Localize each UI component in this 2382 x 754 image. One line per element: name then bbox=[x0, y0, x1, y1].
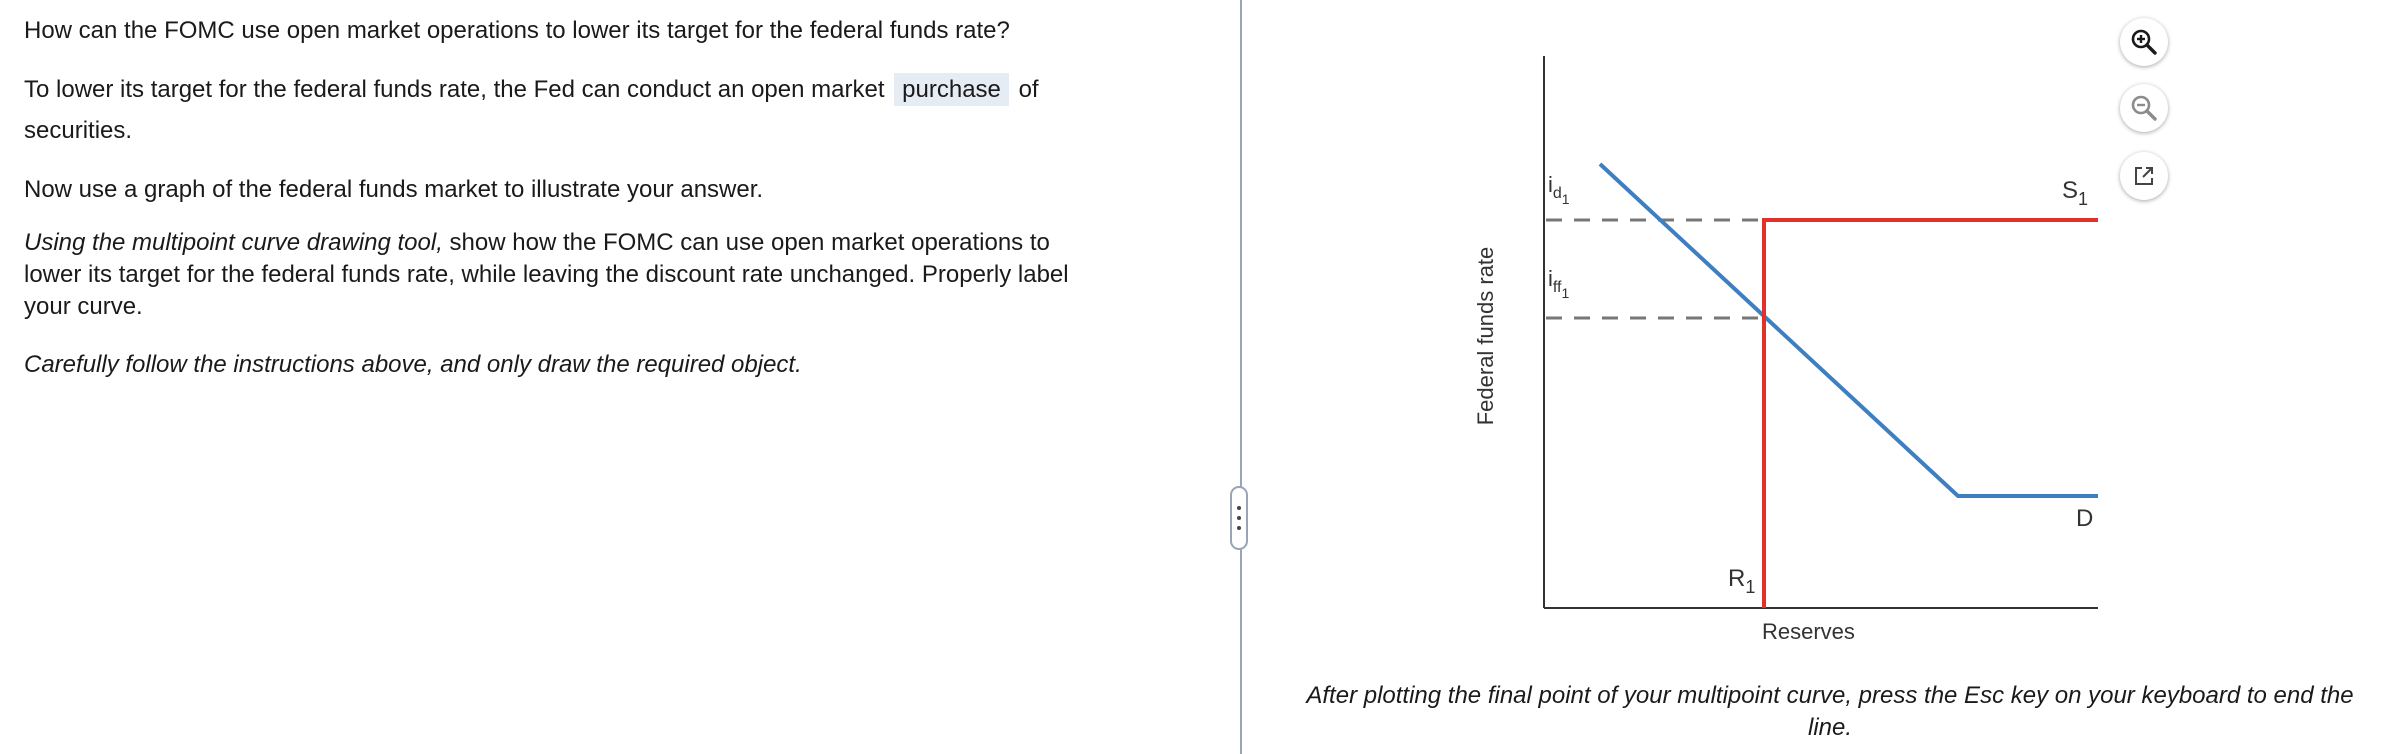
caution-text: Carefully follow the instructions above,… bbox=[24, 351, 802, 378]
iff1-label: iff1 bbox=[1548, 266, 1570, 301]
handle-dot bbox=[1237, 506, 1241, 510]
supply-curve-s1 bbox=[1762, 218, 2098, 608]
handle-dot bbox=[1237, 516, 1241, 520]
answer-dropdown[interactable]: purchase bbox=[894, 73, 1009, 106]
instruction-line-1: Using the multipoint curve drawing tool,… bbox=[24, 226, 1050, 259]
instruction-rest: show how the FOMC can use open market op… bbox=[449, 229, 1050, 256]
zoom-out-icon bbox=[2131, 95, 2157, 121]
x-axis-label: Reserves bbox=[1762, 619, 1855, 644]
r1-label: R1 bbox=[1728, 565, 1755, 597]
instruction-footer: After plotting the final point of your m… bbox=[1306, 682, 2354, 741]
s1-label: S1 bbox=[2062, 177, 2088, 209]
question-panel: How can the FOMC use open market operati… bbox=[0, 0, 1240, 754]
handle-dot bbox=[1237, 526, 1241, 530]
divider-drag-handle[interactable] bbox=[1230, 486, 1248, 550]
instruction-italic: Using the multipoint curve drawing tool, bbox=[24, 229, 443, 256]
popout-icon bbox=[2135, 167, 2153, 185]
d-label: D bbox=[2076, 505, 2093, 532]
zoom-out-button[interactable] bbox=[2120, 84, 2168, 132]
instruction-line-2: lower its target for the federal funds r… bbox=[24, 261, 1069, 288]
question-2: Now use a graph of the federal funds mar… bbox=[24, 176, 764, 203]
answer-1-line-1: To lower its target for the federal fund… bbox=[24, 73, 1039, 106]
popout-button[interactable] bbox=[2120, 152, 2168, 200]
fed-funds-graph[interactable]: id1 iff1 S1 D R1 bbox=[1480, 40, 2120, 660]
demand-curve bbox=[1598, 162, 2098, 498]
zoom-in-icon bbox=[2131, 29, 2157, 55]
question-1: How can the FOMC use open market operati… bbox=[24, 17, 1010, 44]
zoom-in-button[interactable] bbox=[2120, 18, 2168, 66]
id1-label: id1 bbox=[1548, 172, 1570, 207]
answer-1-line-2: securities. bbox=[24, 117, 133, 144]
panel-divider bbox=[1240, 0, 1242, 754]
answer-1-text-before: To lower its target for the federal fund… bbox=[24, 76, 885, 103]
answer-1-text-after: of bbox=[1018, 76, 1039, 103]
instruction-line-3: your curve. bbox=[24, 293, 143, 320]
